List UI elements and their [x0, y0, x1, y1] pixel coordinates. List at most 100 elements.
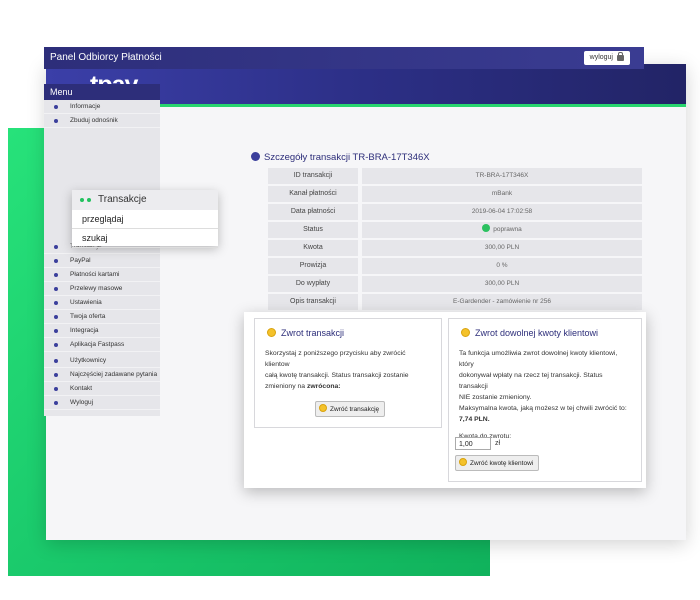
- logout-button[interactable]: wyloguj: [583, 51, 630, 65]
- bullet-icon: [54, 105, 58, 109]
- detail-label: ID transakcji: [268, 168, 358, 184]
- sidebar-item-label: Integracja: [70, 327, 99, 334]
- check-icon: [482, 224, 491, 232]
- bullet-icon: [80, 198, 84, 202]
- sidebar-item-zbuduj-odnosnik[interactable]: Zbuduj odnośnik: [44, 114, 160, 128]
- max-amount-value: 7,74 PLN.: [459, 416, 490, 423]
- detail-row: Kanał płatności mBank: [268, 186, 642, 202]
- refund-text-fragment: zmieniony na: [265, 383, 306, 390]
- detail-value: TR-BRA-17T346X: [362, 168, 642, 184]
- custom-refund-title-text: Zwrot dowolnej kwoty klientowi: [475, 328, 599, 338]
- detail-label: Do wypłaty: [268, 276, 358, 292]
- sidebar-item-faq[interactable]: Najczęściej zadawane pytania: [44, 368, 160, 382]
- sidebar-menu-lower: Użytkownicy Najczęściej zadawane pytania…: [44, 354, 160, 416]
- sidebar-item-label: Kontakt: [70, 385, 93, 392]
- detail-value: 2019-06-04 17:02:58: [362, 204, 642, 220]
- refund-text-line: Skorzystaj z poniższego przycisku aby zw…: [265, 350, 406, 368]
- bullet-icon: [54, 329, 58, 333]
- sidebar-item-aplikacja-fastpass[interactable]: Aplikacja Fastpass: [44, 338, 160, 352]
- refund-amount-input[interactable]: 1,00: [455, 437, 491, 450]
- custom-refund-text-line: NIE zostanie zmieniony.: [459, 394, 532, 401]
- refund-text-line: zmieniony na zwrócona:: [265, 381, 431, 392]
- custom-refund-description: Ta funkcja umożliwia zwrot dowolnej kwot…: [449, 348, 641, 442]
- custom-refund-title: Zwrot dowolnej kwoty klientowi: [449, 319, 641, 338]
- detail-row: Status poprawna: [268, 222, 642, 238]
- sidebar-item-informacje[interactable]: Informacje: [44, 100, 160, 114]
- refund-title: Zwrot transakcji: [255, 319, 441, 338]
- bullet-icon: [87, 198, 91, 202]
- bullet-icon: [54, 401, 58, 405]
- sidebar-item-label: PayPal: [70, 257, 91, 264]
- bullet-icon: [54, 273, 58, 277]
- sidebar-item-label: Płatności kartami: [70, 271, 120, 278]
- refund-box: Zwrot transakcji Skorzystaj z poniższego…: [254, 318, 442, 428]
- coin-icon: [267, 328, 276, 337]
- sidebar-item-platnosci-kartami[interactable]: Płatności kartami: [44, 268, 160, 282]
- detail-row: ID transakcji TR-BRA-17T346X: [268, 168, 642, 184]
- custom-refund-box: Zwrot dowolnej kwoty klientowi Ta funkcj…: [448, 318, 642, 482]
- sidebar-item-wyloguj[interactable]: Wyloguj: [44, 396, 160, 410]
- sidebar-item-label: Informacje: [70, 103, 101, 110]
- submenu-header[interactable]: Transakcje: [72, 190, 218, 210]
- sidebar-item-uzytkownicy[interactable]: Użytkownicy: [44, 354, 160, 368]
- bullet-icon: [54, 119, 58, 123]
- sidebar-item-label: Twoja oferta: [70, 313, 106, 320]
- detail-value: 0 %: [362, 258, 642, 274]
- refund-status-bold: zwrócona:: [306, 383, 341, 390]
- detail-label: Prowizja: [268, 258, 358, 274]
- refund-button-label: Zwróć transakcję: [330, 406, 380, 413]
- custom-refund-text-line: Ta funkcja umożliwia zwrot dowolnej kwot…: [459, 350, 618, 368]
- coin-icon: [319, 404, 327, 412]
- bullet-icon: [54, 259, 58, 263]
- detail-row: Opis transakcji E-Gardender - zamówienie…: [268, 294, 642, 310]
- lock-icon: [617, 52, 624, 61]
- bullet-icon: [54, 373, 58, 377]
- sidebar-item-twoja-oferta[interactable]: Twoja oferta: [44, 310, 160, 324]
- detail-label: Status: [268, 222, 358, 238]
- sidebar-item-label: Wyloguj: [70, 399, 94, 406]
- detail-row: Prowizja 0 %: [268, 258, 642, 274]
- sidebar-item-integracja[interactable]: Integracja: [44, 324, 160, 338]
- bullet-icon: [54, 301, 58, 305]
- sidebar-item-paypal[interactable]: PayPal: [44, 254, 160, 268]
- detail-label: Opis transakcji: [268, 294, 358, 310]
- coin-icon: [461, 328, 470, 337]
- sidebar-item-ustawienia[interactable]: Ustawienia: [44, 296, 160, 310]
- detail-label: Data płatności: [268, 204, 358, 220]
- sidebar-item-label: Użytkownicy: [70, 357, 107, 364]
- detail-row: Data płatności 2019-06-04 17:02:58: [268, 204, 642, 220]
- details-title-text: Szczegóły transakcji TR-BRA-17T346X: [264, 152, 430, 163]
- sidebar-item-kontakt[interactable]: Kontakt: [44, 382, 160, 396]
- refund-transaction-button[interactable]: Zwróć transakcję: [315, 401, 386, 417]
- detail-status-value: poprawna: [362, 222, 642, 238]
- custom-refund-button-label: Zwróć kwotę klientowi: [470, 460, 534, 467]
- submenu-header-label: Transakcje: [98, 194, 147, 205]
- sidebar-title: Menu: [44, 84, 160, 100]
- submenu-item-szukaj[interactable]: szukaj: [72, 229, 218, 248]
- detail-label: Kwota: [268, 240, 358, 256]
- submenu-item-przegladaj[interactable]: przeglądaj: [72, 210, 218, 229]
- bullet-icon: [54, 359, 58, 363]
- detail-row: Kwota 300,00 PLN: [268, 240, 642, 256]
- coin-icon: [459, 458, 467, 466]
- bullet-icon: [54, 343, 58, 347]
- sidebar-item-label: Najczęściej zadawane pytania: [70, 371, 158, 378]
- sidebar-item-label: Ustawienia: [70, 299, 102, 306]
- detail-value: 300,00 PLN: [362, 240, 642, 256]
- sidebar-item-przelewy-masowe[interactable]: Przelewy masowe: [44, 282, 160, 296]
- detail-value: 300,00 PLN: [362, 276, 642, 292]
- refund-custom-amount-button[interactable]: Zwróć kwotę klientowi: [455, 455, 540, 471]
- detail-label: Kanał płatności: [268, 186, 358, 202]
- detail-row: Do wypłaty 300,00 PLN: [268, 276, 642, 292]
- bullet-icon: [54, 387, 58, 391]
- detail-value: E-Gardender - zamówienie nr 256: [362, 294, 642, 310]
- custom-refund-text-line: dokonywał wpłaty na rzecz tej transakcji…: [459, 372, 603, 390]
- transakcje-submenu: Transakcje przeglądaj szukaj: [72, 190, 218, 248]
- bullet-icon: [54, 245, 58, 249]
- panel-title: Panel Odbiorcy Płatności: [50, 52, 162, 63]
- refund-title-text: Zwrot transakcji: [281, 328, 345, 338]
- status-text: poprawna: [493, 226, 522, 233]
- sidebar-item-label: Aplikacja Fastpass: [70, 341, 125, 348]
- currency-label: zł: [495, 440, 501, 447]
- detail-value: mBank: [362, 186, 642, 202]
